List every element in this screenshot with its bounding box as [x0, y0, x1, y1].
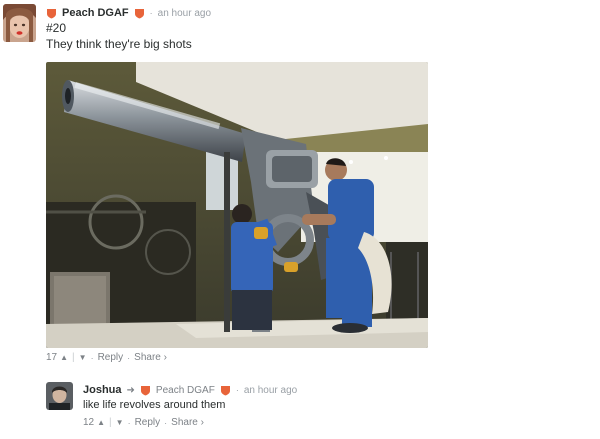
chevron-down-icon[interactable]: ▼: [79, 353, 87, 362]
chevron-down-icon[interactable]: ▼: [116, 418, 124, 427]
divider: |: [109, 417, 112, 428]
separator-dot: ·: [235, 385, 239, 395]
separator-dot: ·: [90, 352, 94, 363]
author-name[interactable]: Joshua: [83, 384, 122, 396]
reply-text: like life revolves around them: [83, 399, 226, 411]
reply-actions: 12 ▲ | ▼ · Reply · Share ›: [83, 417, 204, 428]
separator-dot: ·: [149, 8, 153, 18]
reply-button[interactable]: Reply: [135, 417, 161, 428]
comment-text-line: They think they're big shots: [46, 37, 192, 51]
comment-header: Peach DGAF · an hour ago: [46, 5, 211, 21]
reply-target-name[interactable]: Peach DGAF: [156, 385, 215, 396]
comment-image[interactable]: [46, 62, 428, 348]
separator-dot: ·: [164, 417, 168, 428]
separator-dot: ·: [127, 352, 131, 363]
chevron-up-icon: ▲: [60, 353, 69, 362]
reply-header: Joshua ➜ Peach DGAF · an hour ago: [83, 383, 297, 397]
comment-text-line: #20: [46, 21, 67, 35]
timestamp[interactable]: an hour ago: [244, 385, 297, 396]
badge-icon: [47, 8, 56, 18]
comment-actions: 17 ▲ | ▼ · Reply · Share ›: [46, 352, 167, 363]
badge-icon: [140, 385, 150, 395]
upvote-button[interactable]: 12 ▲: [83, 417, 105, 428]
share-button[interactable]: Share ›: [171, 417, 204, 428]
author-name[interactable]: Peach DGAF: [62, 7, 129, 19]
chevron-up-icon: ▲: [97, 418, 106, 427]
avatar[interactable]: [3, 4, 36, 42]
badge-icon: [220, 385, 230, 395]
separator-dot: ·: [127, 417, 131, 428]
vote-count: 12: [83, 417, 95, 428]
upvote-button[interactable]: 17 ▲: [46, 352, 68, 363]
reply-button[interactable]: Reply: [98, 352, 124, 363]
share-button[interactable]: Share ›: [134, 352, 167, 363]
arrow-right-icon: ➜: [126, 384, 135, 396]
timestamp[interactable]: an hour ago: [158, 8, 211, 19]
vote-count: 17: [46, 352, 58, 363]
divider: |: [72, 352, 75, 363]
avatar[interactable]: [46, 382, 73, 410]
badge-icon: [134, 8, 144, 18]
